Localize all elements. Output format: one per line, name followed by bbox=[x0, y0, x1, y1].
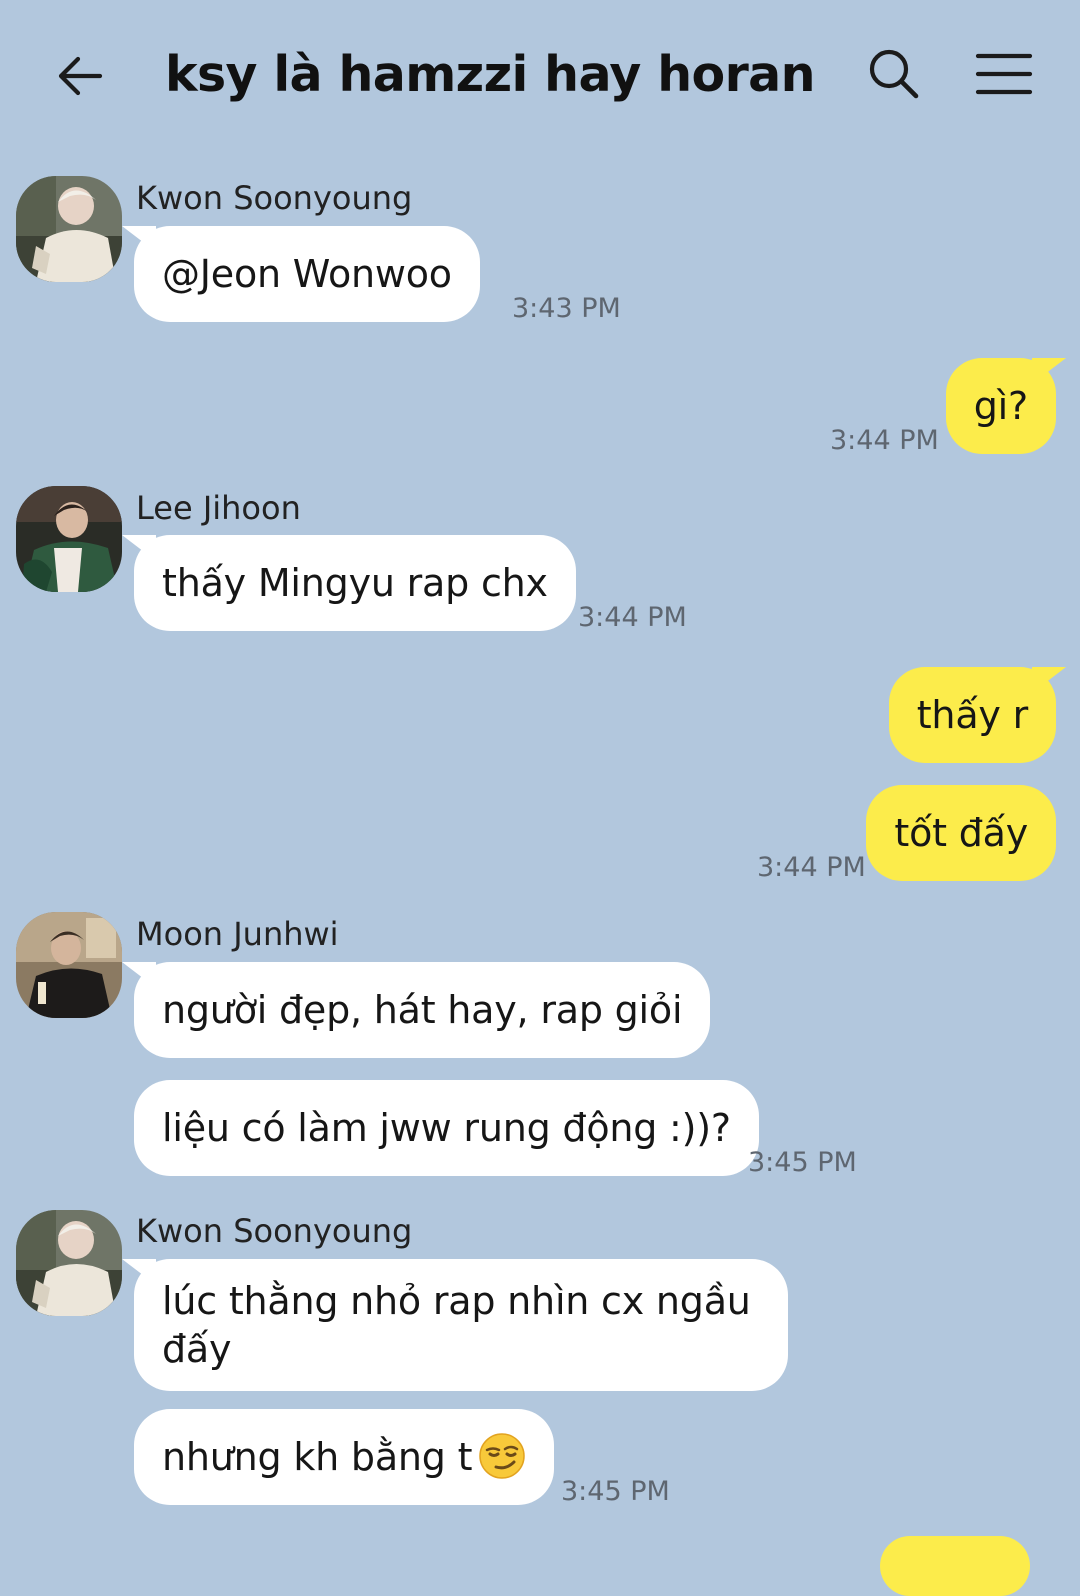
search-icon bbox=[869, 49, 919, 99]
menu-button[interactable] bbox=[966, 38, 1042, 110]
avatar-kwon-soonyoung[interactable] bbox=[16, 1210, 122, 1316]
avatar-moon-junhwi[interactable] bbox=[16, 912, 122, 1018]
incoming-message-bubble[interactable]: @Jeon Wonwoo bbox=[134, 226, 480, 322]
back-button[interactable] bbox=[44, 40, 116, 112]
incoming-message-bubble[interactable]: liệu có làm jww rung động :))? bbox=[134, 1080, 759, 1176]
chat-title: ksy là hamzzi hay horangie... bbox=[165, 46, 815, 103]
search-button[interactable] bbox=[858, 38, 930, 110]
message-timestamp: 3:43 PM bbox=[512, 293, 621, 324]
chat-header: ksy là hamzzi hay horangie... bbox=[0, 0, 1080, 150]
profile-photo bbox=[16, 1210, 122, 1316]
outgoing-message-bubble[interactable]: tốt đấy bbox=[866, 785, 1056, 881]
avatar-lee-jihoon[interactable] bbox=[16, 486, 122, 592]
message-text: nhưng kh bằng t bbox=[162, 1435, 473, 1479]
profile-photo bbox=[16, 912, 122, 1018]
avatar-kwon-soonyoung[interactable] bbox=[16, 176, 122, 282]
sender-name: Lee Jihoon bbox=[136, 489, 301, 527]
hamburger-menu-icon bbox=[975, 53, 1033, 95]
incoming-message-bubble[interactable]: lúc thằng nhỏ rap nhìn cx ngầu đấy bbox=[134, 1259, 788, 1391]
outgoing-message-bubble-partial[interactable] bbox=[880, 1536, 1030, 1596]
sender-name: Kwon Soonyoung bbox=[136, 1212, 413, 1250]
incoming-message-bubble[interactable]: nhưng kh bằng t bbox=[134, 1409, 555, 1505]
incoming-message-bubble[interactable]: thấy Mingyu rap chx bbox=[134, 535, 576, 631]
message-timestamp: 3:45 PM bbox=[561, 1476, 670, 1507]
message-timestamp: 3:44 PM bbox=[830, 425, 939, 456]
smirking-face-emoji bbox=[479, 1432, 526, 1479]
sender-name: Kwon Soonyoung bbox=[136, 179, 413, 217]
outgoing-message-bubble[interactable]: gì? bbox=[945, 358, 1056, 454]
incoming-message-bubble[interactable]: người đẹp, hát hay, rap giỏi bbox=[134, 962, 711, 1058]
message-timestamp: 3:44 PM bbox=[757, 852, 866, 883]
arrow-left-icon bbox=[58, 56, 103, 96]
sender-name: Moon Junhwi bbox=[136, 915, 339, 953]
message-timestamp: 3:45 PM bbox=[748, 1147, 857, 1178]
profile-photo bbox=[16, 176, 122, 282]
message-timestamp: 3:44 PM bbox=[578, 602, 687, 633]
profile-photo bbox=[16, 486, 122, 592]
outgoing-message-bubble[interactable]: thấy r bbox=[888, 667, 1056, 763]
